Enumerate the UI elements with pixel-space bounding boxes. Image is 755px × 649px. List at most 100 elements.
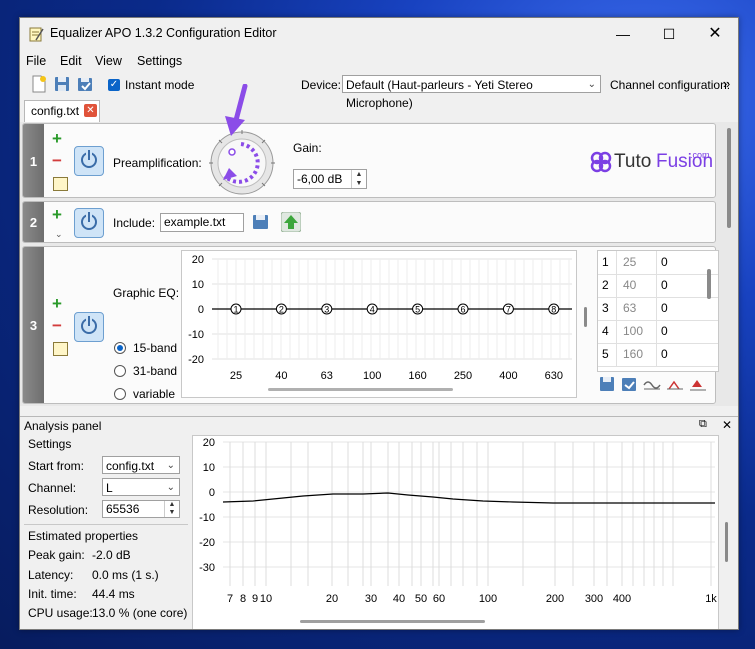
init-time-label: Init. time: [28, 587, 77, 601]
mode-31-band-label: 31-band [133, 364, 178, 378]
eq-x-tick: 63 [321, 370, 333, 382]
upload-arrow-icon[interactable] [281, 212, 301, 232]
spin-arrows-icon[interactable]: ▲ ▼ [351, 170, 366, 188]
add-filter-icon[interactable]: + [52, 295, 62, 312]
power-toggle-icon[interactable] [74, 312, 104, 342]
channel-select[interactable]: L ⌄ [102, 478, 180, 496]
resolution-value: 65536 [106, 502, 140, 516]
eq-x-tick: 25 [230, 370, 242, 382]
analysis-y-tick: 20 [203, 437, 215, 449]
remove-filter-icon[interactable]: − [52, 152, 62, 169]
app-notepad-icon [29, 27, 44, 42]
menu-settings[interactable]: Settings [137, 54, 182, 68]
row-number: 1 [23, 124, 44, 197]
device-select[interactable]: Default (Haut-parleurs - Yeti Stereo Mic… [342, 75, 601, 110]
band-table-gain[interactable]: 0 [661, 347, 668, 361]
graphic-eq-label: Graphic EQ: [113, 286, 180, 300]
analysis-x-tick: 300 [585, 593, 603, 605]
band-table-freq[interactable]: 160 [623, 347, 643, 361]
minimize-button[interactable]: — [600, 18, 646, 50]
eq-x-tick: 100 [363, 370, 381, 382]
analysis-x-tick: 9 [252, 593, 258, 605]
mode-15-band-radio[interactable] [114, 342, 126, 354]
mode-variable-radio[interactable] [114, 388, 126, 400]
eq-normalize-icon [690, 380, 706, 391]
band-table-freq[interactable]: 40 [623, 278, 636, 292]
edit-icon[interactable] [53, 177, 68, 191]
mode-31-band-radio[interactable] [114, 365, 126, 377]
analysis-y-tick: -10 [199, 512, 215, 524]
undock-icon[interactable]: ⧉ [699, 418, 707, 431]
band-table-separator [616, 251, 617, 274]
analysis-x-tick: 20 [326, 593, 338, 605]
graphic-eq-canvas[interactable]: 20100-10-2025140263310041605250640076308 [182, 251, 576, 397]
open-file-icon[interactable] [252, 213, 270, 231]
eq-save-icon [600, 377, 614, 391]
band-table-scrollbar[interactable] [707, 269, 711, 299]
eq-invert-icon [667, 380, 683, 390]
band-table-gain[interactable]: 0 [661, 324, 668, 338]
band-table-row[interactable]: 5 160 0 [598, 343, 718, 367]
band-table-row[interactable]: 3 63 0 [598, 297, 718, 321]
resolution-spinbox[interactable]: 65536 ▲ ▼ [102, 500, 180, 518]
close-button[interactable]: ✕ [692, 18, 738, 50]
edit-icon[interactable] [53, 342, 68, 356]
spin-arrows-icon[interactable]: ▲ ▼ [164, 501, 179, 517]
panel-close-icon[interactable]: ✕ [722, 418, 732, 432]
menu-file[interactable]: File [26, 54, 46, 68]
add-filter-icon[interactable]: + [52, 130, 62, 147]
analysis-y-tick: -30 [199, 562, 215, 574]
remove-filter-icon[interactable]: − [52, 317, 62, 334]
power-toggle-icon[interactable] [74, 208, 104, 238]
analysis-x-tick: 10 [260, 593, 272, 605]
save-as-icon[interactable] [76, 75, 94, 93]
power-toggle-icon[interactable] [74, 146, 104, 176]
eq-horizontal-scrollbar[interactable] [268, 388, 453, 391]
analysis-plot[interactable]: 20 10 0 -10 -20 -30 7 8 9 10 20 30 40 50 60 100 200 300 40… [192, 435, 719, 629]
tab-config-txt[interactable]: config.txt ✕ [24, 100, 100, 122]
band-table-row[interactable]: 1 25 0 [598, 251, 718, 275]
editor-scrollbar[interactable] [727, 128, 731, 228]
instant-mode-checkbox[interactable]: ✓ [108, 79, 120, 91]
analysis-horizontal-scrollbar[interactable] [300, 620, 485, 623]
eq-y-tick: -10 [188, 329, 204, 341]
analysis-vertical-scrollbar[interactable] [725, 522, 728, 562]
menu-edit[interactable]: Edit [60, 54, 82, 68]
band-table-row[interactable]: 2 40 0 [598, 274, 718, 298]
band-table-freq[interactable]: 25 [623, 255, 636, 269]
analysis-y-tick: 0 [209, 487, 215, 499]
toolbar-overflow-icon[interactable]: » [723, 76, 730, 91]
resolution-label: Resolution: [28, 503, 89, 517]
band-table-freq[interactable]: 63 [623, 301, 636, 315]
band-table-separator [656, 297, 657, 320]
title-bar[interactable]: Equalizer APO 1.3.2 Configuration Editor… [20, 18, 738, 50]
start-from-label: Start from: [28, 459, 85, 473]
menu-view[interactable]: View [95, 54, 122, 68]
eq-x-tick: 400 [499, 370, 517, 382]
gain-spinbox[interactable]: -6,00 dB ▲ ▼ [293, 169, 367, 189]
band-table-gain[interactable]: 0 [661, 301, 668, 315]
start-from-select[interactable]: config.txt ⌄ [102, 456, 180, 474]
peak-gain-value: -2.0 dB [92, 548, 131, 562]
expand-down-icon[interactable]: ⌄ [55, 229, 63, 240]
band-table-gain[interactable]: 0 [661, 255, 668, 269]
eq-band-node-label: 6 [460, 305, 465, 315]
tab-close-icon[interactable]: ✕ [84, 104, 97, 117]
include-file-field[interactable]: example.txt [160, 213, 244, 232]
filter-row-preamp: 1 + − Preamplification: Gain: -6,00 dB ▲… [22, 84, 716, 198]
band-table[interactable]: 1 25 0 2 40 0 3 63 0 4 100 0 5 160 0 [597, 250, 719, 372]
row-number: 3 [23, 247, 44, 403]
analysis-canvas[interactable]: 20100-10-20-307 8 9 10 20 30 40 50 60 100 200 300 40… [193, 436, 718, 629]
eq-plot-scrollbar[interactable] [584, 307, 587, 327]
analysis-x-tick: 50 [415, 593, 427, 605]
band-table-row[interactable]: 4 100 0 [598, 320, 718, 344]
save-icon[interactable] [53, 75, 71, 93]
add-filter-icon[interactable]: + [52, 206, 62, 223]
eq-y-tick: 10 [192, 279, 204, 291]
graphic-eq-plot[interactable]: 20 10 0 -10 -20 25 1 40 2 63 3 100 4 160 5 250 6 400 7 630 8 [181, 250, 577, 398]
band-table-freq[interactable]: 100 [623, 324, 643, 338]
maximize-button[interactable]: ☐ [646, 18, 692, 50]
band-table-gain[interactable]: 0 [661, 278, 668, 292]
init-time-value: 44.4 ms [92, 587, 135, 601]
new-file-icon[interactable] [30, 75, 48, 93]
